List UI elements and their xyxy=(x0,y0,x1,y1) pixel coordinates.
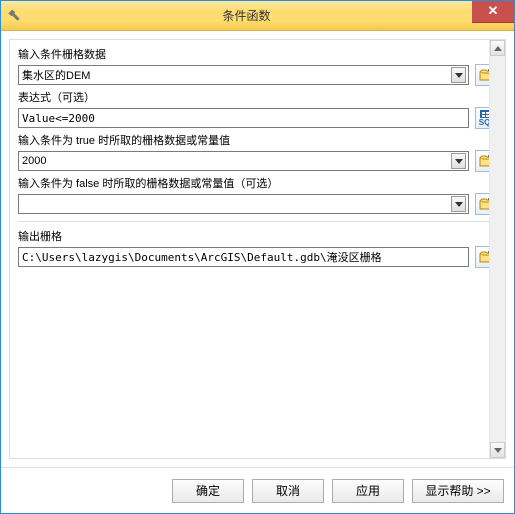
apply-button[interactable]: 应用 xyxy=(332,479,404,503)
cancel-button[interactable]: 取消 xyxy=(252,479,324,503)
label-output-raster: 输出栅格 xyxy=(18,228,499,244)
field-input-raster: 输入条件栅格数据 集水区的DEM xyxy=(18,46,499,86)
chevron-down-icon[interactable] xyxy=(451,196,466,212)
tool-icon xyxy=(7,9,21,23)
scroll-down-button[interactable] xyxy=(490,442,505,458)
label-input-raster: 输入条件栅格数据 xyxy=(18,46,499,62)
form-panel: 输入条件栅格数据 集水区的DEM 表达式（可选） xyxy=(9,39,506,459)
empty-space xyxy=(18,271,499,431)
titlebar: 条件函数 ✕ xyxy=(1,1,514,31)
show-help-button[interactable]: 显示帮助 >> xyxy=(412,479,504,503)
content-area: 输入条件栅格数据 集水区的DEM 表达式（可选） xyxy=(1,31,514,467)
chevron-down-icon[interactable] xyxy=(451,153,466,169)
chevron-down-icon xyxy=(494,448,502,453)
field-output-raster: 输出栅格 xyxy=(18,228,499,268)
ok-button[interactable]: 确定 xyxy=(172,479,244,503)
scroll-up-button[interactable] xyxy=(490,40,505,56)
input-raster-select[interactable]: 集水区的DEM xyxy=(18,65,469,85)
close-icon: ✕ xyxy=(488,3,499,18)
close-button[interactable]: ✕ xyxy=(472,1,514,23)
vertical-scrollbar[interactable] xyxy=(489,40,505,458)
expression-input[interactable] xyxy=(18,108,469,128)
divider xyxy=(18,221,499,222)
dialog-window: 条件函数 ✕ 输入条件栅格数据 集水区的DEM xyxy=(0,0,515,514)
true-value-value: 2000 xyxy=(22,155,46,167)
field-true-value: 输入条件为 true 时所取的栅格数据或常量值 2000 xyxy=(18,132,499,172)
label-true-value: 输入条件为 true 时所取的栅格数据或常量值 xyxy=(18,132,499,148)
input-raster-value: 集水区的DEM xyxy=(22,67,90,83)
field-expression: 表达式（可选） SQL xyxy=(18,89,499,129)
chevron-down-icon[interactable] xyxy=(451,67,466,83)
window-title: 条件函数 xyxy=(21,7,472,24)
false-value-select[interactable] xyxy=(18,194,469,214)
field-false-value: 输入条件为 false 时所取的栅格数据或常量值（可选） xyxy=(18,175,499,215)
label-expression: 表达式（可选） xyxy=(18,89,499,105)
chevron-up-icon xyxy=(494,46,502,51)
label-false-value: 输入条件为 false 时所取的栅格数据或常量值（可选） xyxy=(18,175,499,191)
true-value-select[interactable]: 2000 xyxy=(18,151,469,171)
output-raster-input[interactable] xyxy=(18,247,469,267)
footer: 确定 取消 应用 显示帮助 >> xyxy=(1,467,514,513)
